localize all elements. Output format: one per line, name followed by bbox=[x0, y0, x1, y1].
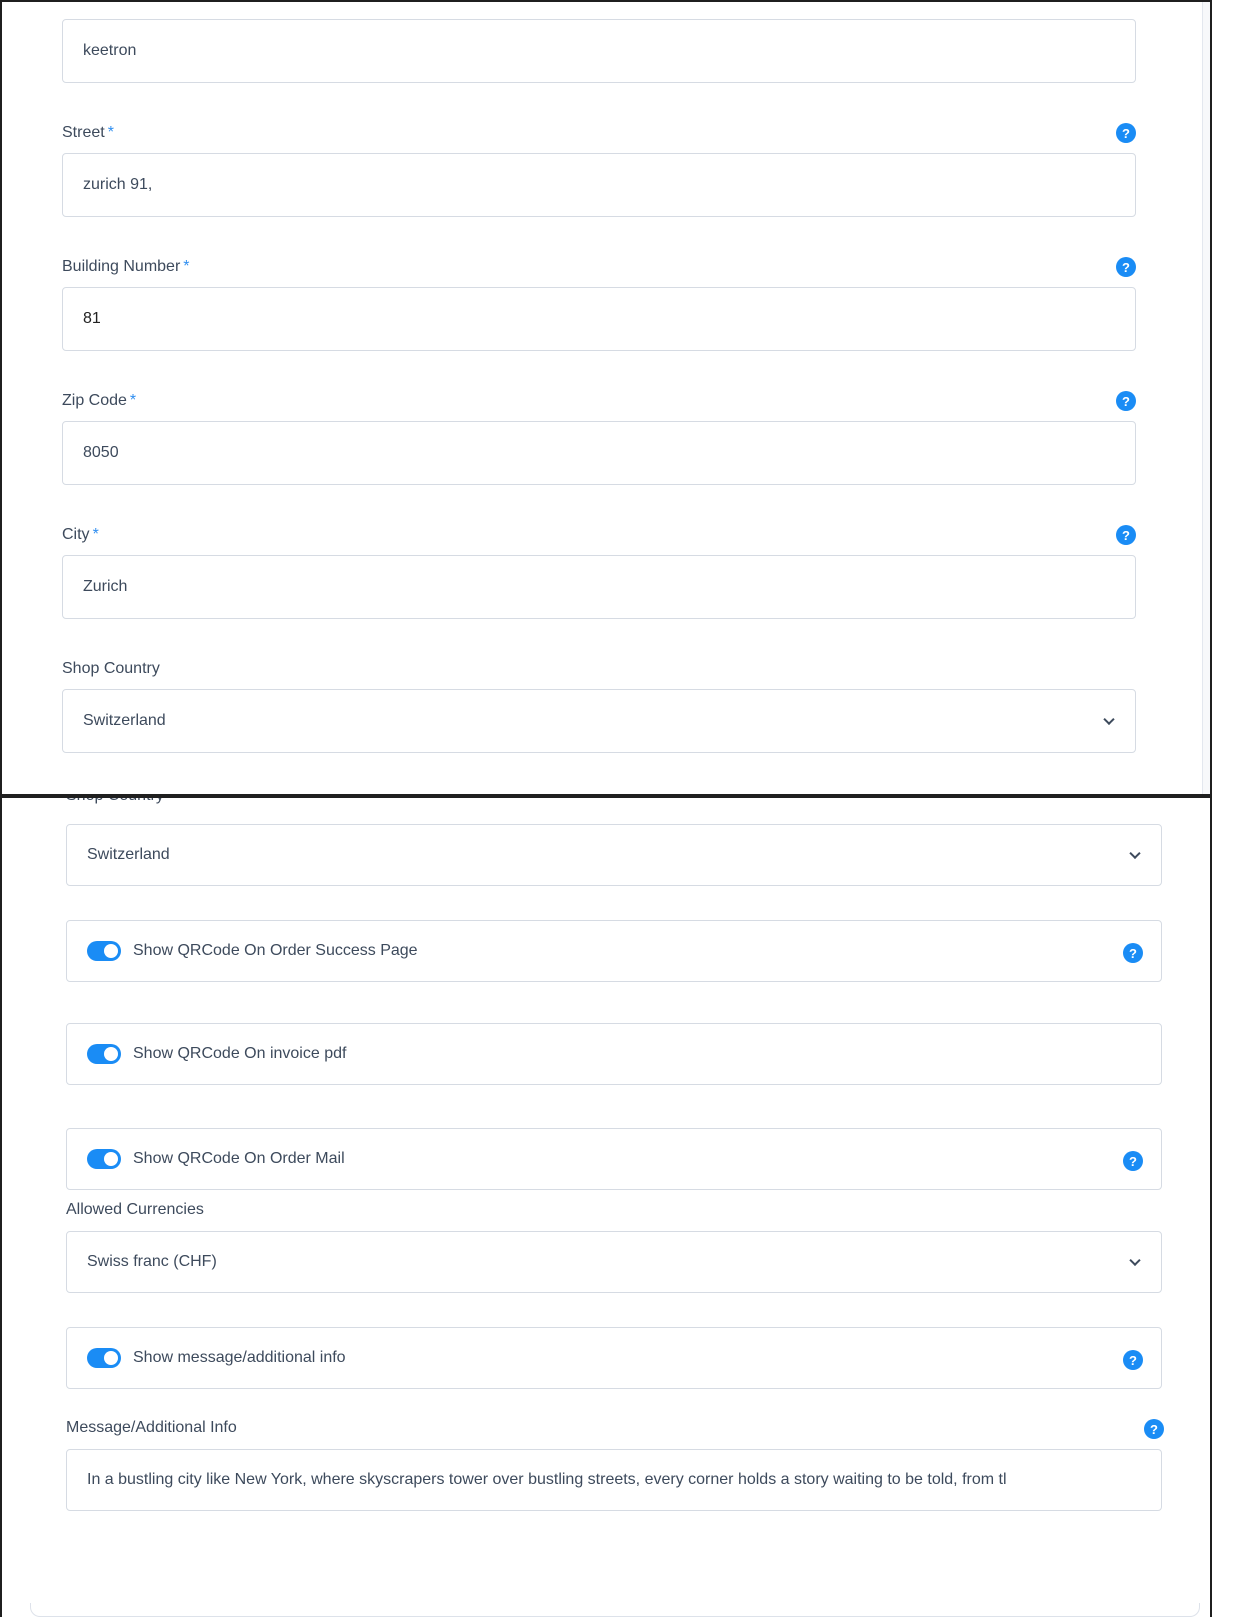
building-number-input[interactable]: 81 bbox=[62, 287, 1136, 351]
help-icon[interactable]: ? bbox=[1123, 1151, 1143, 1171]
required-asterisk: * bbox=[129, 392, 137, 409]
allowed-currencies-select[interactable]: Swiss franc (CHF) bbox=[66, 1231, 1162, 1293]
street-input[interactable]: zurich 91, bbox=[62, 153, 1136, 217]
shop-country-value: Switzerland bbox=[83, 712, 166, 729]
chevron-down-icon bbox=[1103, 713, 1115, 726]
toggle-label: Show message/additional info bbox=[133, 1349, 346, 1366]
building-number-label: Building Number * bbox=[62, 258, 190, 275]
toggle-label: Show QRCode On invoice pdf bbox=[133, 1045, 347, 1062]
building-number-value: 81 bbox=[83, 310, 101, 327]
toggle-label: Show QRCode On Order Mail bbox=[133, 1150, 345, 1167]
shop-country-select[interactable]: Switzerland bbox=[62, 689, 1136, 753]
shop-country-select[interactable]: Switzerland bbox=[66, 824, 1162, 886]
city-label: City * bbox=[62, 526, 99, 543]
form-panel-bottom: Shop Country Switzerland Show QRCode On … bbox=[0, 796, 1212, 1617]
help-icon[interactable]: ? bbox=[1123, 1350, 1143, 1370]
city-input[interactable]: Zurich bbox=[62, 555, 1136, 619]
street-label: Street * bbox=[62, 124, 114, 141]
zip-code-value: 8050 bbox=[83, 444, 119, 461]
toggle-qrcode-success-page[interactable]: Show QRCode On Order Success Page ? bbox=[66, 920, 1162, 982]
zip-code-label: Zip Code * bbox=[62, 392, 137, 409]
zip-code-input[interactable]: 8050 bbox=[62, 421, 1136, 485]
toggle-switch[interactable] bbox=[87, 941, 121, 961]
card-edge bbox=[1202, 2, 1210, 794]
shop-country-label-partial: Shop Country bbox=[66, 798, 164, 805]
toggle-label: Show QRCode On Order Success Page bbox=[133, 942, 418, 959]
street-value: zurich 91, bbox=[83, 176, 153, 193]
required-asterisk: * bbox=[183, 258, 190, 275]
help-icon[interactable]: ? bbox=[1123, 943, 1143, 963]
zip-code-help-icon[interactable]: ? bbox=[1116, 391, 1136, 411]
toggle-qrcode-invoice-pdf[interactable]: Show QRCode On invoice pdf bbox=[66, 1023, 1162, 1085]
shop-name-value: keetron bbox=[83, 42, 137, 59]
form-panel-top: keetron Street * ? zurich 91, Building Nu… bbox=[0, 0, 1212, 796]
toggle-switch[interactable] bbox=[87, 1149, 121, 1169]
chevron-down-icon bbox=[1129, 847, 1141, 860]
allowed-currencies-label: Allowed Currencies bbox=[66, 1201, 204, 1218]
message-help-icon[interactable]: ? bbox=[1144, 1419, 1164, 1439]
chevron-down-icon bbox=[1129, 1254, 1141, 1267]
city-help-icon[interactable]: ? bbox=[1116, 525, 1136, 545]
shop-name-input[interactable]: keetron bbox=[62, 19, 1136, 83]
required-asterisk: * bbox=[92, 526, 99, 543]
message-value: In a bustling city like New York, where … bbox=[87, 1471, 1007, 1488]
street-help-icon[interactable]: ? bbox=[1116, 123, 1136, 143]
city-value: Zurich bbox=[83, 578, 128, 595]
required-asterisk: * bbox=[107, 124, 114, 141]
card-bottom-edge bbox=[30, 1603, 1200, 1617]
message-label: Message/Additional Info bbox=[66, 1419, 237, 1436]
building-number-help-icon[interactable]: ? bbox=[1116, 257, 1136, 277]
toggle-switch[interactable] bbox=[87, 1044, 121, 1064]
shop-country-value: Switzerland bbox=[87, 846, 170, 863]
allowed-currencies-value: Swiss franc (CHF) bbox=[87, 1253, 217, 1270]
toggle-qrcode-order-mail[interactable]: Show QRCode On Order Mail ? bbox=[66, 1128, 1162, 1190]
shop-country-label: Shop Country bbox=[62, 660, 160, 677]
toggle-show-message[interactable]: Show message/additional info ? bbox=[66, 1327, 1162, 1389]
toggle-switch[interactable] bbox=[87, 1348, 121, 1368]
message-input[interactable]: In a bustling city like New York, where … bbox=[66, 1449, 1162, 1511]
